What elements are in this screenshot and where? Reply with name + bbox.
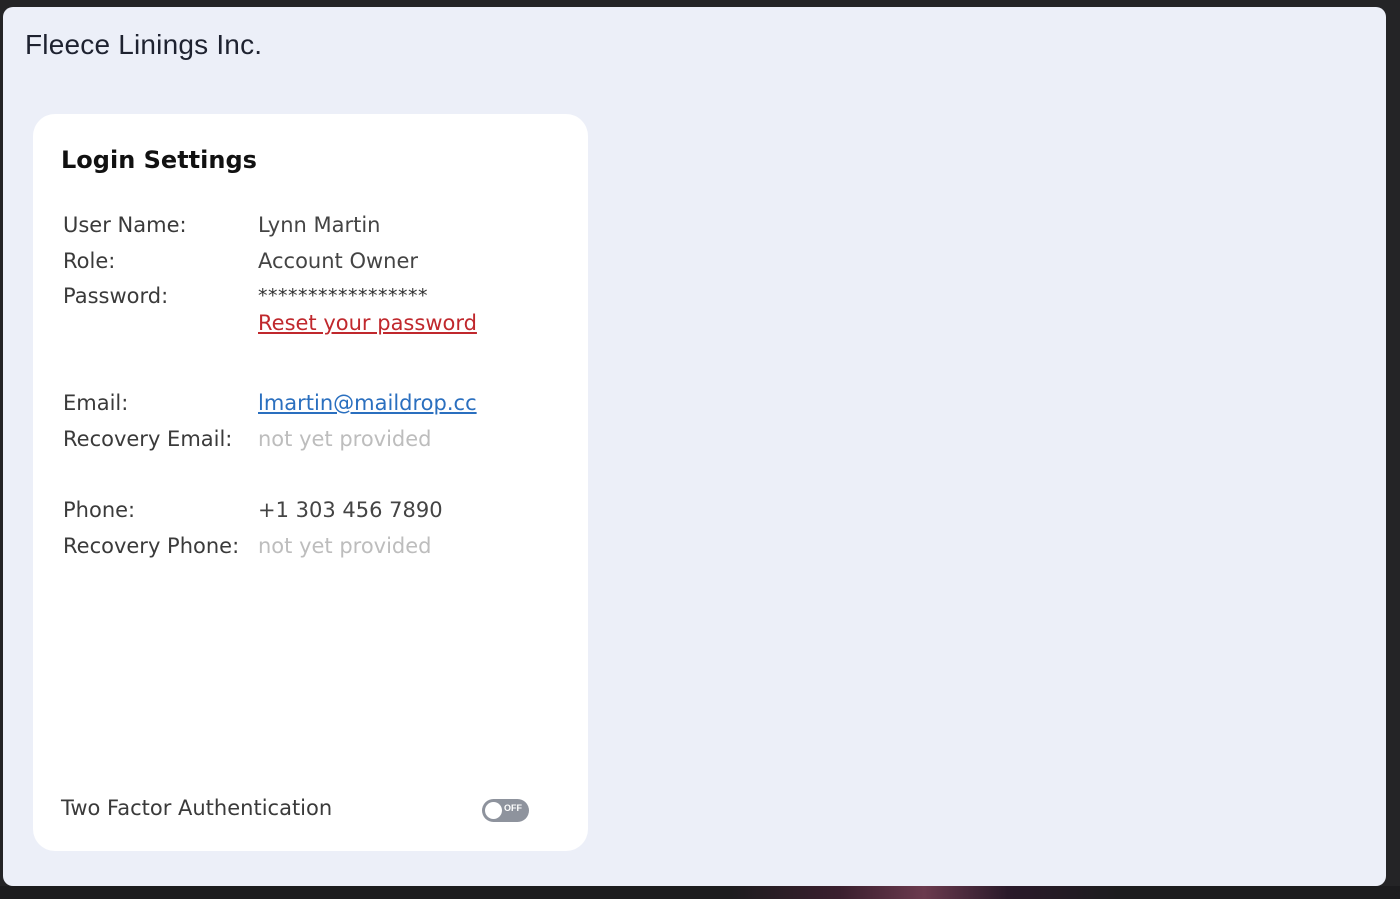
login-settings-card: Login Settings User Name: Lynn Martin Ro… bbox=[33, 114, 588, 851]
toggle-knob bbox=[485, 802, 502, 819]
email-row: Email: lmartin@maildrop.cc bbox=[63, 388, 477, 418]
recovery-email-label: Recovery Email: bbox=[63, 427, 233, 451]
recovery-email-value: not yet provided bbox=[258, 427, 432, 451]
role-value: Account Owner bbox=[258, 249, 419, 273]
card-title: Login Settings bbox=[61, 146, 257, 174]
recovery-phone-value: not yet provided bbox=[258, 534, 432, 558]
email-link[interactable]: lmartin@maildrop.cc bbox=[258, 391, 477, 415]
user-name-value: Lynn Martin bbox=[258, 213, 381, 237]
role-row: Role: Account Owner bbox=[63, 246, 418, 276]
password-row: Password: ***************** bbox=[63, 281, 428, 311]
toggle-state-text: OFF bbox=[504, 803, 522, 813]
phone-row: Phone: +1 303 456 7890 bbox=[63, 495, 443, 525]
recovery-phone-label: Recovery Phone: bbox=[63, 534, 240, 558]
password-value: ***************** bbox=[258, 285, 428, 307]
user-name-row: User Name: Lynn Martin bbox=[63, 210, 381, 240]
company-name: Fleece Linings Inc. bbox=[25, 29, 263, 60]
recovery-phone-row: Recovery Phone: not yet provided bbox=[63, 531, 432, 561]
email-label: Email: bbox=[63, 391, 129, 415]
password-label: Password: bbox=[63, 284, 169, 308]
reset-password-link[interactable]: Reset your password bbox=[258, 311, 477, 335]
phone-label: Phone: bbox=[63, 498, 136, 522]
two-factor-toggle[interactable]: OFF bbox=[482, 799, 529, 822]
phone-value: +1 303 456 7890 bbox=[258, 498, 443, 522]
desktop-background bbox=[0, 886, 1400, 899]
two-factor-label: Two Factor Authentication bbox=[61, 796, 333, 820]
recovery-email-row: Recovery Email: not yet provided bbox=[63, 424, 432, 454]
role-label: Role: bbox=[63, 249, 116, 273]
app-window: Fleece Linings Inc. Login Settings User … bbox=[3, 7, 1386, 886]
user-name-label: User Name: bbox=[63, 213, 187, 237]
